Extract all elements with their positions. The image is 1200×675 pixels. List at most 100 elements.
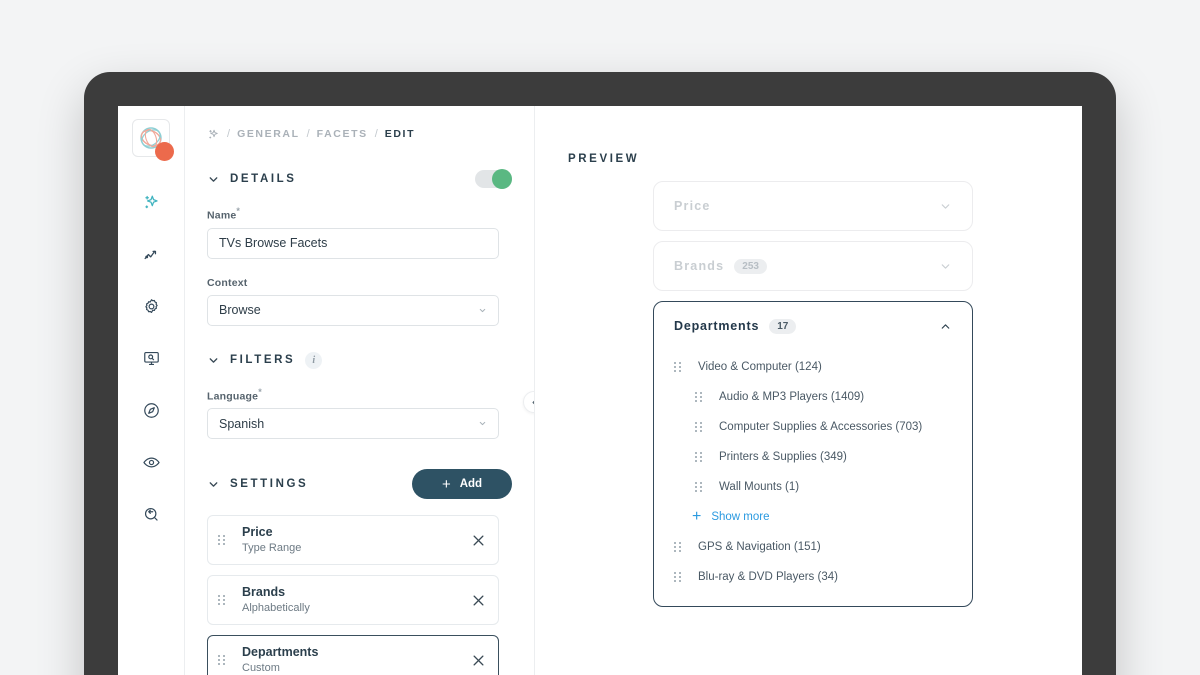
eye-icon — [142, 457, 160, 467]
analytics-icon — [144, 250, 156, 259]
department-label: Blu-ray & DVD Players (34) — [698, 571, 838, 583]
name-input[interactable]: TVs Browse Facets — [207, 227, 499, 259]
remove-icon[interactable] — [471, 593, 486, 608]
preview-facet-header[interactable]: Brands 253 — [654, 242, 972, 290]
rail-item-preview[interactable] — [134, 445, 168, 479]
chevron-down-icon — [479, 308, 486, 312]
sparkle-icon[interactable] — [207, 128, 220, 141]
department-item[interactable]: Blu-ray & DVD Players (34) — [654, 562, 972, 592]
main-content: / GENERAL / FACETS / EDIT DETAILS Name* … — [185, 106, 1082, 675]
breadcrumb-item-facets[interactable]: FACETS — [317, 128, 368, 140]
rail-item-personalization[interactable] — [134, 185, 168, 219]
rail-item-search-insights[interactable] — [134, 497, 168, 531]
gear-icon — [144, 298, 158, 313]
rail-item-merchandising[interactable] — [134, 341, 168, 375]
editor-pane: / GENERAL / FACETS / EDIT DETAILS Name* … — [185, 106, 535, 675]
show-more-button[interactable]: + Show more — [654, 502, 972, 532]
settings-card-text: Price Type Range — [242, 524, 301, 556]
details-section-header[interactable]: DETAILS — [207, 169, 512, 189]
chevron-down-icon — [209, 357, 218, 363]
required-mark: * — [236, 206, 241, 216]
language-select[interactable]: Spanish — [207, 408, 499, 439]
drag-handle-icon[interactable] — [674, 362, 686, 372]
toggle-knob — [492, 169, 512, 189]
chevron-down-icon — [941, 263, 950, 269]
settings-title: SETTINGS — [230, 478, 309, 490]
department-item[interactable]: GPS & Navigation (151) — [654, 532, 972, 562]
drag-handle-icon[interactable] — [674, 542, 686, 552]
settings-card-price[interactable]: Price Type Range — [207, 515, 499, 565]
drag-handle-icon[interactable] — [695, 392, 707, 402]
department-item[interactable]: Video & Computer (124) — [654, 352, 972, 382]
settings-card-subtitle: Type Range — [242, 542, 302, 555]
department-item[interactable]: Wall Mounts (1) — [654, 472, 972, 502]
filters-section-header[interactable]: FILTERS i — [207, 351, 512, 369]
required-mark: * — [258, 386, 262, 397]
add-button[interactable]: + Add — [412, 469, 512, 499]
settings-card-subtitle: Custom — [242, 662, 280, 675]
monitor-search-icon — [143, 351, 159, 365]
chevron-down-icon — [479, 421, 486, 426]
preview-facet-header[interactable]: Price — [654, 182, 972, 230]
rail-item-settings[interactable] — [134, 289, 168, 323]
department-label: Printers & Supplies (349) — [719, 451, 847, 463]
breadcrumb-separator: / — [306, 128, 310, 140]
drag-handle-icon[interactable] — [695, 422, 707, 432]
remove-icon[interactable] — [471, 533, 486, 548]
preview-department-list: Video & Computer (124) Audio & MP3 Playe… — [654, 350, 972, 606]
collapse-panel-button[interactable] — [523, 391, 534, 413]
department-label: GPS & Navigation (151) — [698, 541, 821, 553]
search-history-icon — [144, 507, 158, 521]
info-icon[interactable]: i — [305, 351, 323, 369]
add-button-label: Add — [459, 478, 483, 490]
department-label: Wall Mounts (1) — [719, 481, 800, 493]
preview-facet-count: 253 — [734, 258, 767, 274]
settings-card-brands[interactable]: Brands Alphabetically — [207, 575, 499, 625]
plus-icon: + — [441, 475, 451, 493]
settings-card-text: Brands Alphabetically — [242, 584, 310, 616]
drag-handle-icon[interactable] — [695, 482, 707, 492]
breadcrumb-separator: / — [374, 128, 378, 140]
details-enabled-toggle[interactable] — [475, 169, 512, 189]
preview-facet-brands[interactable]: Brands 253 — [653, 241, 973, 291]
context-select-value: Browse — [219, 303, 261, 317]
icon-rail — [118, 106, 185, 675]
breadcrumb-item-edit[interactable]: EDIT — [385, 128, 415, 140]
remove-icon[interactable] — [471, 653, 486, 668]
settings-card-title: Price — [242, 525, 273, 540]
settings-section-header[interactable]: SETTINGS + Add — [207, 469, 512, 499]
device-frame: / GENERAL / FACETS / EDIT DETAILS Name* … — [84, 72, 1116, 675]
chevron-down-icon — [209, 176, 218, 182]
preview-facet-header[interactable]: Departments 17 — [654, 302, 972, 350]
drag-handle-icon[interactable] — [695, 452, 707, 462]
chevron-up-icon — [941, 323, 950, 329]
department-label: Computer Supplies & Accessories (703) — [719, 421, 923, 433]
context-select[interactable]: Browse — [207, 294, 499, 326]
settings-card-list: Price Type Range Brands Alphabetically D… — [207, 515, 512, 675]
drag-handle-icon[interactable] — [218, 595, 230, 605]
plus-icon: + — [692, 508, 702, 525]
drag-handle-icon[interactable] — [218, 535, 230, 545]
department-label: Video & Computer (124) — [698, 361, 822, 373]
drag-handle-icon[interactable] — [218, 655, 230, 665]
scene: / GENERAL / FACETS / EDIT DETAILS Name* … — [0, 0, 1200, 675]
compass-icon — [143, 402, 159, 418]
product-logo[interactable] — [132, 119, 174, 161]
app-screen: / GENERAL / FACETS / EDIT DETAILS Name* … — [118, 106, 1082, 675]
name-label: Name* — [207, 206, 241, 222]
preview-facet-departments[interactable]: Departments 17 Video & Computer (124) Au… — [653, 301, 973, 607]
settings-card-departments[interactable]: Departments Custom — [207, 635, 499, 675]
department-item[interactable]: Computer Supplies & Accessories (703) — [654, 412, 972, 442]
department-item[interactable]: Printers & Supplies (349) — [654, 442, 972, 472]
preview-facet-name: Brands — [674, 259, 725, 273]
chevron-down-icon — [941, 203, 950, 209]
rail-item-analytics[interactable] — [134, 237, 168, 271]
details-title: DETAILS — [230, 173, 297, 185]
drag-handle-icon[interactable] — [674, 572, 686, 582]
department-item[interactable]: Audio & MP3 Players (1409) — [654, 382, 972, 412]
rail-item-explore[interactable] — [134, 393, 168, 427]
breadcrumb-item-general[interactable]: GENERAL — [237, 128, 300, 140]
preview-facet-price[interactable]: Price — [653, 181, 973, 231]
logo-dot — [155, 142, 174, 161]
settings-card-subtitle: Alphabetically — [242, 602, 310, 615]
